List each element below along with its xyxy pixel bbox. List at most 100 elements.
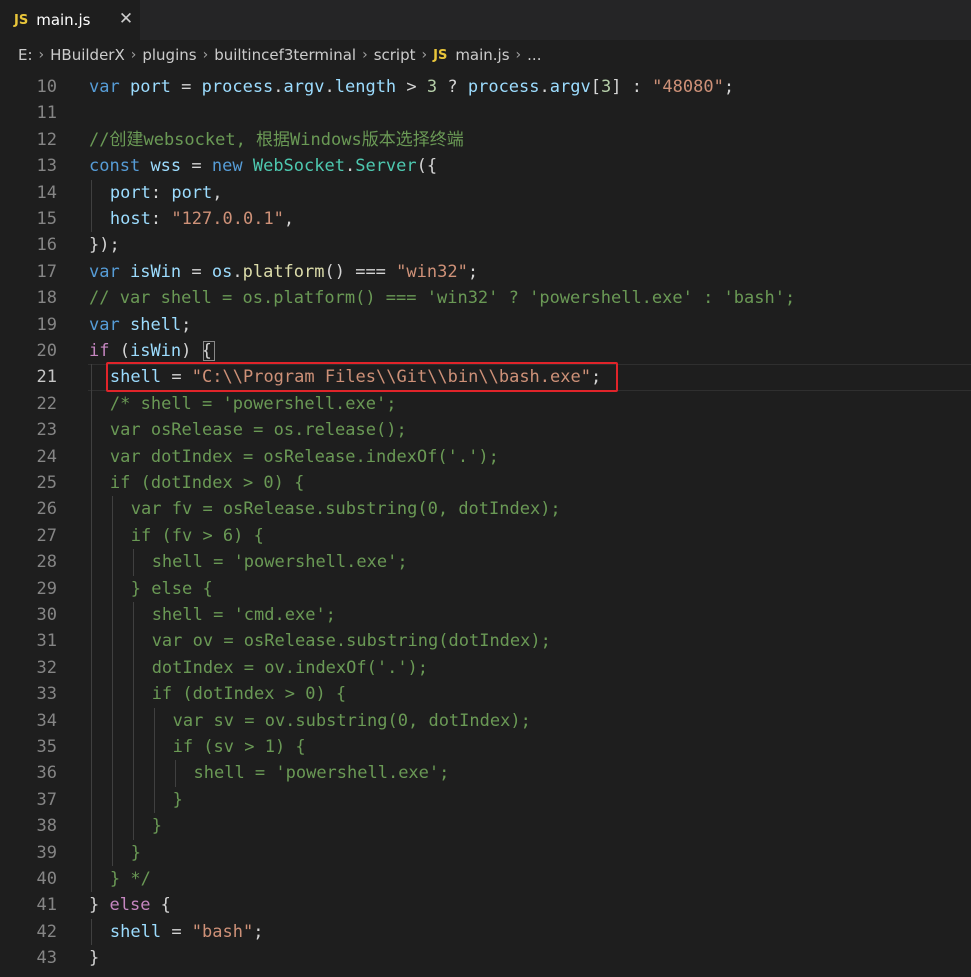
- line-number: 18: [36, 288, 57, 309]
- code-text: dotIndex = ov.indexOf('.');: [151, 657, 429, 678]
- indent-guide: [153, 786, 155, 814]
- indent-guide: [91, 866, 92, 893]
- code-line[interactable]: 38}: [0, 813, 971, 840]
- code-line[interactable]: 25 if (dotIndex > 0) {: [0, 470, 971, 497]
- code-line[interactable]: 20 if (isWin) {: [0, 338, 971, 364]
- indent-guide: [91, 602, 92, 629]
- code-line[interactable]: 23 var osRelease = os.release();: [0, 417, 971, 444]
- code-text: var osRelease = os.release();: [109, 420, 407, 441]
- code-text: if (isWin) {: [89, 341, 212, 361]
- code-line[interactable]: 33 if (dotIndex > 0) {: [0, 681, 971, 708]
- indent-guide: [91, 364, 92, 391]
- indent-guide: [111, 681, 113, 708]
- indent-guide: [111, 760, 113, 787]
- code-line[interactable]: 39}: [0, 839, 971, 866]
- code-line[interactable]: 43}: [0, 945, 971, 971]
- indent-guide: [111, 839, 113, 866]
- line-number: 27: [36, 525, 57, 546]
- indent-guide: [91, 179, 92, 206]
- indent-guide: [91, 470, 92, 497]
- breadcrumb-item-builtincef3terminal[interactable]: builtincef3terminal: [214, 46, 356, 64]
- code-line[interactable]: 29} else {: [0, 575, 971, 602]
- breadcrumb-item-script[interactable]: script: [374, 46, 416, 64]
- code-line[interactable]: 42 shell = "bash";: [0, 918, 971, 946]
- indent-guide: [91, 575, 92, 602]
- indent-guide: [91, 839, 92, 866]
- chevron-right-icon: ›: [362, 47, 368, 63]
- code-line[interactable]: 32 dotIndex = ov.indexOf('.');: [0, 654, 971, 682]
- indent-guide: [91, 760, 92, 787]
- line-number: 31: [36, 631, 57, 652]
- line-number: 19: [36, 314, 57, 335]
- code-text: //创建websocket, 根据Windows版本选择终端: [89, 129, 464, 150]
- code-line[interactable]: 28 shell = 'powershell.exe';: [0, 549, 971, 576]
- line-number: 10: [36, 77, 57, 97]
- line-number: 14: [36, 182, 57, 203]
- code-line[interactable]: 31 var ov = osRelease.substring(dotIndex)…: [0, 628, 971, 655]
- code-line[interactable]: 30 shell = 'cmd.exe';: [0, 602, 971, 629]
- indent-guide: [91, 918, 92, 946]
- code-text: }: [151, 816, 162, 837]
- code-line[interactable]: 37}: [0, 786, 971, 814]
- code-text: } else {: [130, 578, 213, 599]
- code-text: if (fv > 6) {: [130, 525, 264, 546]
- code-line[interactable]: 16});: [0, 232, 971, 258]
- line-number: 22: [36, 393, 57, 414]
- code-line[interactable]: 26 var fv = osRelease.substring(0, dotInd…: [0, 496, 971, 523]
- code-text: const wss = new WebSocket.Server({: [89, 156, 438, 177]
- code-line[interactable]: 11: [0, 100, 971, 126]
- code-editor[interactable]: 10 var port = process.argv.length > 3 ? p…: [0, 70, 971, 977]
- code-text: shell = 'powershell.exe';: [193, 763, 450, 784]
- code-text: }: [172, 789, 183, 810]
- code-line[interactable]: 14 port: port,: [0, 179, 971, 206]
- code-line[interactable]: 18 // var shell = os.platform() === 'win3…: [0, 285, 971, 311]
- line-number: 23: [36, 420, 57, 441]
- line-number: 33: [36, 684, 57, 705]
- indent-guide: [132, 786, 134, 814]
- code-line[interactable]: 36 shell = 'powershell.exe';: [0, 760, 971, 787]
- code-line[interactable]: 34 var sv = ov.substring(0, dotIndex);: [0, 707, 971, 734]
- indent-guide: [132, 813, 134, 840]
- code-line[interactable]: 35 if (sv > 1) {: [0, 734, 971, 761]
- indent-guide: [132, 549, 134, 576]
- breadcrumb-item-more[interactable]: ...: [527, 46, 541, 64]
- tab-main-js[interactable]: JS main.js ✕: [0, 0, 140, 40]
- code-line[interactable]: 19 var shell;: [0, 312, 971, 338]
- breadcrumb-item-hbuilderx[interactable]: HBuilderX: [50, 46, 125, 64]
- code-text: /* shell = 'powershell.exe';: [109, 393, 397, 414]
- line-number: 15: [36, 209, 57, 229]
- indent-guide: [111, 575, 113, 602]
- code-line[interactable]: 12 //创建websocket, 根据Windows版本选择终端: [0, 127, 971, 153]
- code-text: var fv = osRelease.substring(0, dotIndex…: [130, 499, 561, 520]
- breadcrumb-item-file[interactable]: main.js: [455, 46, 509, 64]
- code-text: var ov = osRelease.substring(dotIndex);: [151, 631, 551, 652]
- indent-guide: [111, 707, 113, 734]
- bracket-match-indicator: [203, 341, 215, 361]
- code-text: host: "127.0.0.1",: [109, 209, 295, 229]
- line-number: 39: [36, 842, 57, 863]
- code-line[interactable]: 15 host: "127.0.0.1",: [0, 206, 971, 233]
- indent-guide: [153, 760, 155, 787]
- code-line[interactable]: 17 var isWin = os.platform() === "win32";: [0, 259, 971, 285]
- indent-guide: [132, 707, 134, 734]
- chevron-right-icon: ›: [130, 47, 137, 63]
- code-line[interactable]: 40} */: [0, 866, 971, 893]
- code-text: shell = "bash";: [109, 921, 264, 942]
- tab-bar: JS main.js ✕: [0, 0, 971, 40]
- code-line[interactable]: 27 if (fv > 6) {: [0, 522, 971, 550]
- breadcrumb-item-drive[interactable]: E:: [18, 46, 33, 64]
- code-line[interactable]: 41} else {: [0, 892, 971, 918]
- close-icon[interactable]: ✕: [116, 9, 136, 29]
- code-text: });: [89, 235, 120, 256]
- code-line[interactable]: 24 var dotIndex = osRelease.indexOf('.');: [0, 443, 971, 470]
- breadcrumb-item-plugins[interactable]: plugins: [142, 46, 196, 64]
- line-number: 43: [36, 948, 57, 969]
- line-number: 13: [36, 156, 57, 177]
- code-line[interactable]: 22 /* shell = 'powershell.exe';: [0, 390, 971, 418]
- code-text: // var shell = os.platform() === 'win32'…: [89, 288, 796, 309]
- code-line[interactable]: 10 var port = process.argv.length > 3 ? p…: [0, 74, 971, 100]
- code-text: port: port,: [109, 182, 223, 203]
- indent-guide: [91, 496, 92, 523]
- indent-guide: [91, 443, 92, 470]
- code-line[interactable]: 13 const wss = new WebSocket.Server({: [0, 153, 971, 179]
